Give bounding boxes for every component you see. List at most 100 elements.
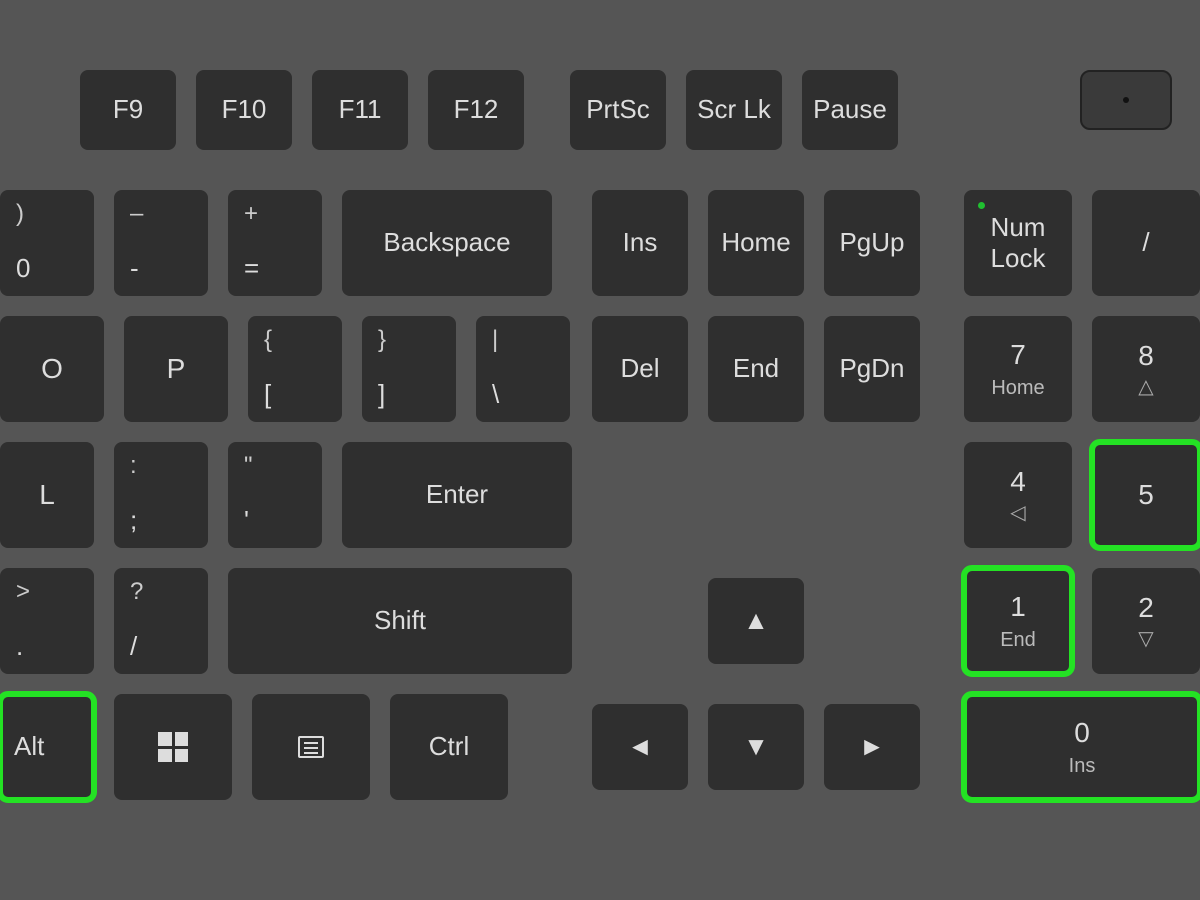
label: 2	[1138, 591, 1154, 625]
label: F11	[339, 94, 382, 125]
key-rbracket[interactable]: } ]	[362, 316, 456, 422]
label: 0	[1074, 716, 1090, 750]
key-backslash[interactable]: | \	[476, 316, 570, 422]
key-ins[interactable]: Ins	[592, 190, 688, 296]
key-scrlk[interactable]: Scr Lk	[686, 70, 782, 150]
key-numpad-5[interactable]: 5	[1092, 442, 1200, 548]
key-slash[interactable]: ? /	[114, 568, 208, 674]
label-top: >	[16, 578, 30, 607]
label: PrtSc	[586, 94, 650, 125]
label-top: "	[244, 452, 253, 481]
key-pgdn[interactable]: PgDn	[824, 316, 920, 422]
key-period[interactable]: > .	[0, 568, 94, 674]
key-f9[interactable]: F9	[80, 70, 176, 150]
key-numlock[interactable]: Num Lock	[964, 190, 1072, 296]
label: Scr Lk	[697, 94, 771, 125]
label: 7	[1010, 338, 1026, 372]
arrow-right-icon: ►	[859, 731, 885, 762]
key-numpad-4[interactable]: 4 ◁	[964, 442, 1072, 548]
label: /	[1142, 227, 1149, 258]
label: F12	[454, 94, 499, 125]
label: P	[167, 352, 186, 386]
windows-icon	[158, 732, 188, 762]
key-p[interactable]: P	[124, 316, 228, 422]
key-pause[interactable]: Pause	[802, 70, 898, 150]
label-bot: -	[130, 253, 139, 284]
key-equals[interactable]: + =	[228, 190, 322, 296]
key-numpad-2[interactable]: 2 ▽	[1092, 568, 1200, 674]
sub-label: Ins	[1069, 754, 1096, 778]
label-bot: /	[130, 631, 137, 662]
label: Alt	[14, 731, 44, 762]
label-2: Lock	[991, 243, 1046, 274]
key-numpad-7[interactable]: 7 Home	[964, 316, 1072, 422]
key-lbracket[interactable]: { [	[248, 316, 342, 422]
key-quote[interactable]: " '	[228, 442, 322, 548]
arrow-up-icon: △	[1138, 375, 1153, 399]
label-bot: =	[244, 253, 259, 284]
keyboard: F9 F10 F11 F12 PrtSc Scr Lk Pause ) 0 – …	[0, 0, 1200, 900]
sub-label: End	[1000, 628, 1036, 652]
key-alt-left[interactable]: Alt	[0, 694, 94, 800]
key-minus[interactable]: – -	[114, 190, 208, 296]
label: Backspace	[383, 227, 510, 258]
key-ctrl-right[interactable]: Ctrl	[390, 694, 508, 800]
label: 4	[1010, 465, 1026, 499]
key-prtsc[interactable]: PrtSc	[570, 70, 666, 150]
label: Ins	[623, 227, 658, 258]
key-arrow-right[interactable]: ►	[824, 704, 920, 790]
arrow-up-icon: ▲	[743, 605, 769, 636]
key-context-menu[interactable]	[252, 694, 370, 800]
numlock-led-icon	[978, 202, 985, 209]
arrow-down-icon: ▽	[1138, 627, 1153, 651]
label: F9	[113, 94, 143, 125]
label: 5	[1138, 478, 1154, 512]
key-numpad-divide[interactable]: /	[1092, 190, 1200, 296]
label-bot: ]	[378, 379, 385, 410]
key-end[interactable]: End	[708, 316, 804, 422]
label: Pause	[813, 94, 887, 125]
key-enter[interactable]: Enter	[342, 442, 572, 548]
label: Shift	[374, 605, 426, 636]
power-dot-icon	[1123, 97, 1129, 103]
label-bot: '	[244, 505, 249, 536]
key-f12[interactable]: F12	[428, 70, 524, 150]
label-top: {	[264, 326, 272, 355]
key-arrow-left[interactable]: ◄	[592, 704, 688, 790]
label: Home	[721, 227, 790, 258]
key-arrow-down[interactable]: ▼	[708, 704, 804, 790]
label-top: +	[244, 200, 258, 229]
power-button[interactable]	[1080, 70, 1172, 130]
label-top: :	[130, 452, 137, 481]
label: Ctrl	[429, 731, 469, 762]
label: PgDn	[839, 353, 904, 384]
key-f11[interactable]: F11	[312, 70, 408, 150]
key-backspace[interactable]: Backspace	[342, 190, 552, 296]
label: End	[733, 353, 779, 384]
label: Enter	[426, 479, 488, 510]
key-del[interactable]: Del	[592, 316, 688, 422]
sub-label: Home	[991, 376, 1044, 400]
key-shift-right[interactable]: Shift	[228, 568, 572, 674]
key-windows[interactable]	[114, 694, 232, 800]
key-pgup[interactable]: PgUp	[824, 190, 920, 296]
key-f10[interactable]: F10	[196, 70, 292, 150]
key-numpad-8[interactable]: 8 △	[1092, 316, 1200, 422]
label: L	[39, 478, 55, 512]
key-l[interactable]: L	[0, 442, 94, 548]
key-semicolon[interactable]: : ;	[114, 442, 208, 548]
arrow-left-icon: ◁	[1010, 501, 1025, 525]
context-menu-icon	[298, 736, 324, 758]
key-numpad-1[interactable]: 1 End	[964, 568, 1072, 674]
label-bot: ;	[130, 505, 137, 536]
key-home[interactable]: Home	[708, 190, 804, 296]
label-1: Num	[991, 212, 1046, 243]
label: PgUp	[839, 227, 904, 258]
label: Del	[620, 353, 659, 384]
key-arrow-up[interactable]: ▲	[708, 578, 804, 664]
label-bot: \	[492, 379, 499, 410]
key-numpad-0[interactable]: 0 Ins	[964, 694, 1200, 800]
key-o[interactable]: O	[0, 316, 104, 422]
key-0[interactable]: ) 0	[0, 190, 94, 296]
label-top: )	[16, 200, 24, 229]
